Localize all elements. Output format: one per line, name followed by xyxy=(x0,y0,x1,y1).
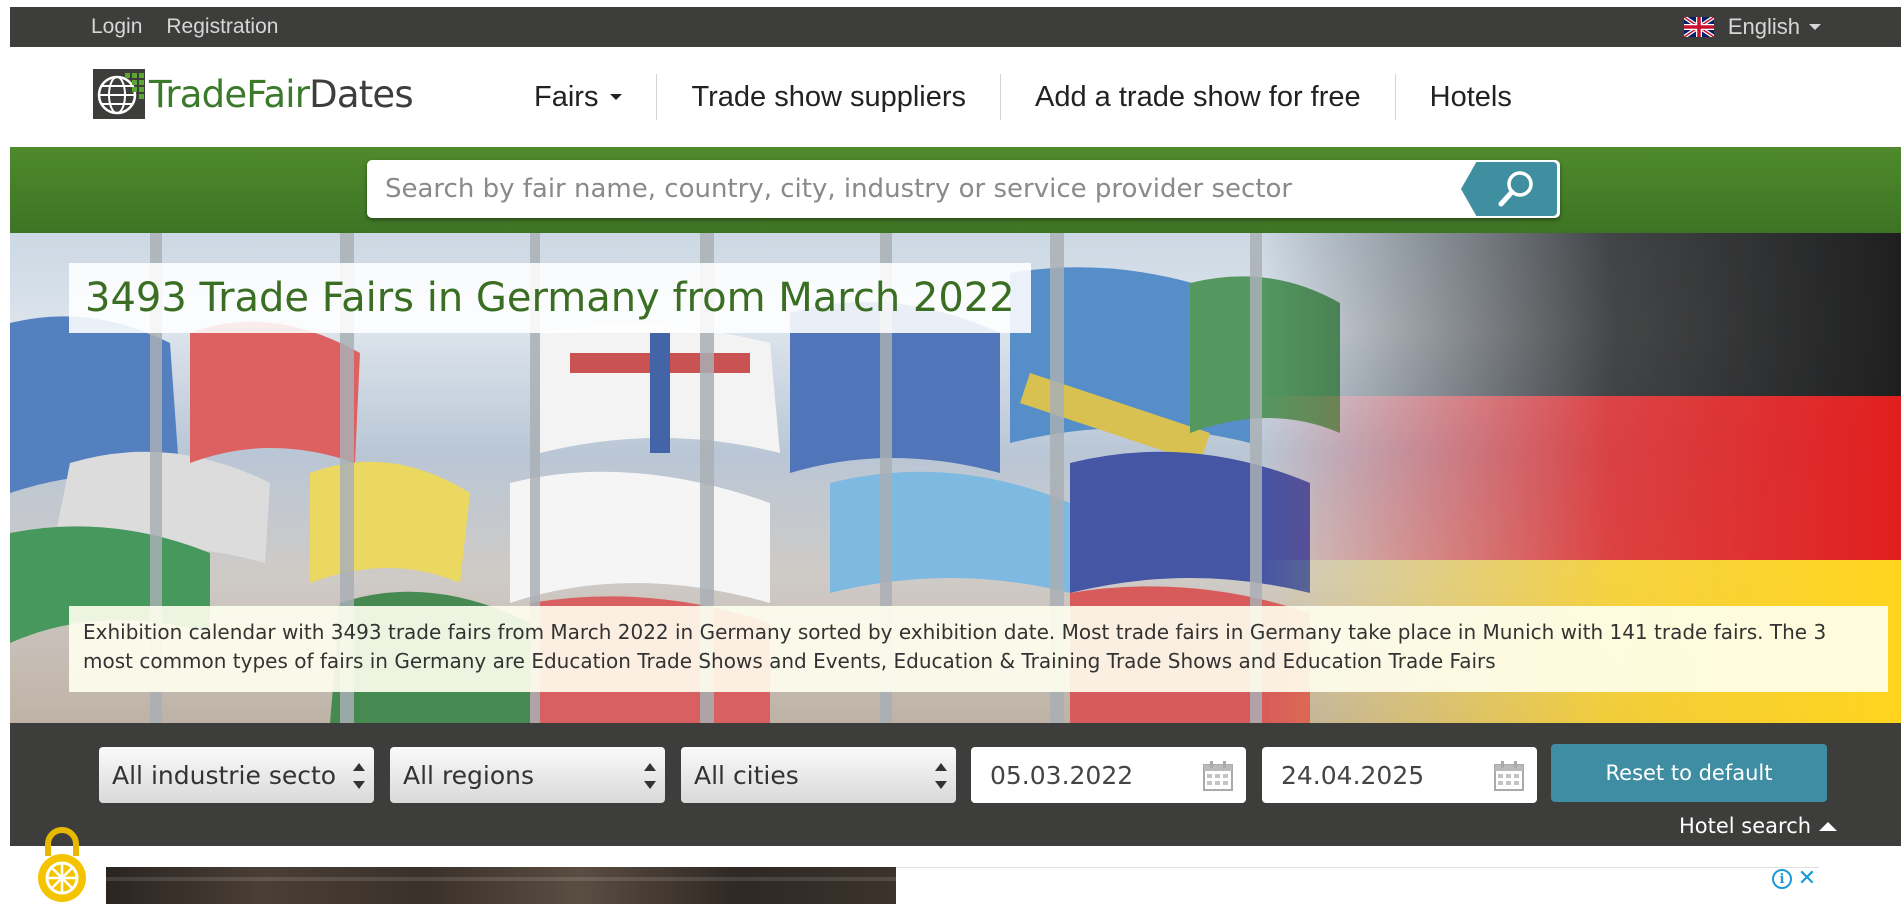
chevron-down-icon xyxy=(610,94,623,100)
select-arrows-icon xyxy=(353,763,365,789)
hero-banner: 3493 Trade Fairs in Germany from March 2… xyxy=(10,233,1901,723)
language-label: English xyxy=(1727,14,1800,39)
date-to-field[interactable]: 24.04.2025 xyxy=(1262,747,1537,803)
ad-close-icon[interactable]: ✕ xyxy=(1795,866,1819,890)
filter-bar: All industrie sectors All regions All ci… xyxy=(10,723,1901,846)
reset-button[interactable]: Reset to default xyxy=(1551,744,1827,802)
registration-link[interactable]: Registration xyxy=(166,15,278,39)
hotel-search-toggle[interactable]: Hotel search xyxy=(1679,814,1838,838)
chevron-up-icon xyxy=(1819,821,1838,831)
city-select[interactable]: All cities xyxy=(681,747,956,803)
language-selector[interactable]: English xyxy=(1683,7,1821,47)
uk-flag-icon xyxy=(1683,17,1714,37)
select-arrows-icon xyxy=(644,763,656,789)
ad-info-icon[interactable]: i xyxy=(1772,869,1792,889)
region-select-value: All regions xyxy=(403,760,535,790)
date-from-field[interactable]: 05.03.2022 xyxy=(971,747,1246,803)
date-to-value: 24.04.2025 xyxy=(1281,760,1425,790)
login-link[interactable]: Login xyxy=(91,15,142,39)
region-select[interactable]: All regions xyxy=(390,747,665,803)
search-band xyxy=(10,147,1901,233)
chevron-down-icon xyxy=(1809,24,1821,30)
industry-select[interactable]: All industrie sectors xyxy=(99,747,374,803)
nav-item-hotels[interactable]: Hotels xyxy=(1396,74,1546,120)
nav-item-trade-show-suppliers[interactable]: Trade show suppliers xyxy=(657,74,1002,120)
main-navbar: TradeFairDates Fairs Trade show supplier… xyxy=(10,47,1901,147)
logo-text: TradeFairDates xyxy=(149,72,414,116)
nav-item-label: Fairs xyxy=(534,80,599,113)
city-select-value: All cities xyxy=(694,760,799,790)
nav-menu: Fairs Trade show suppliers Add a trade s… xyxy=(500,47,1546,147)
search-icon xyxy=(1498,171,1533,207)
site-logo[interactable]: TradeFairDates xyxy=(91,67,414,121)
auth-links: Login Registration xyxy=(91,7,278,47)
ad-image[interactable] xyxy=(106,867,896,904)
calendar-icon xyxy=(1494,761,1524,791)
globe-logo-icon xyxy=(93,69,145,119)
hero-description: Exhibition calendar with 3493 trade fair… xyxy=(69,606,1888,692)
search-box xyxy=(367,160,1560,218)
search-button[interactable] xyxy=(1461,162,1557,216)
search-input[interactable] xyxy=(367,160,1457,218)
hotel-search-label: Hotel search xyxy=(1679,814,1812,838)
nav-item-add-trade-show[interactable]: Add a trade show for free xyxy=(1001,74,1396,120)
nav-item-label: Add a trade show for free xyxy=(1035,80,1361,113)
top-utility-bar: Login Registration English xyxy=(10,7,1901,47)
page-title: 3493 Trade Fairs in Germany from March 2… xyxy=(69,263,1031,333)
calendar-icon xyxy=(1203,761,1233,791)
nav-item-label: Trade show suppliers xyxy=(691,80,967,113)
date-from-value: 05.03.2022 xyxy=(990,760,1134,790)
nav-item-label: Hotels xyxy=(1429,80,1512,113)
privacy-lock-icon[interactable] xyxy=(34,826,90,904)
logo-text-dark: Dates xyxy=(309,72,414,116)
industry-select-value: All industrie sectors xyxy=(112,760,337,790)
logo-text-green: TradeFair xyxy=(149,72,310,116)
nav-item-fairs[interactable]: Fairs xyxy=(500,74,658,120)
select-arrows-icon xyxy=(935,763,947,789)
